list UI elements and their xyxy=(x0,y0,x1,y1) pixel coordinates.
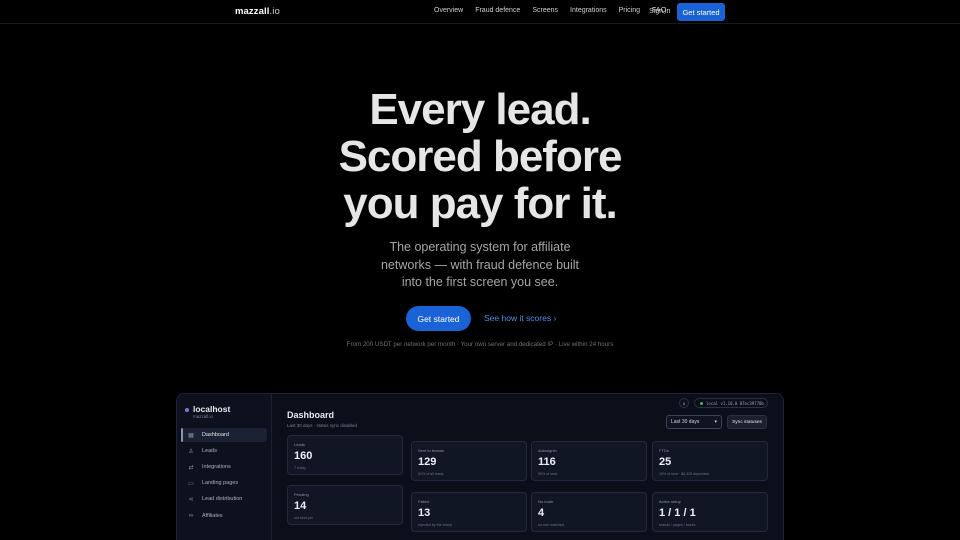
stat-card-no-route[interactable]: No route 4 no rule matched xyxy=(531,492,647,532)
hero-subtitle: The operating system for affiliate netwo… xyxy=(380,240,580,289)
grid-icon: ▦ xyxy=(188,432,194,439)
arrows-icon: ⇄ xyxy=(188,464,194,471)
sidebar-item-leads[interactable]: ♙ Leads xyxy=(181,444,267,458)
stat-card-active-setup[interactable]: Active setup 1 / 1 / 1 brands / pages / … xyxy=(652,492,768,532)
stat-label: FTDs xyxy=(659,448,669,453)
sidebar-item-label: Integrations xyxy=(202,464,231,470)
signin-link[interactable]: Sign in xyxy=(649,8,670,15)
avatar-icon[interactable]: a xyxy=(679,398,689,408)
page-subtitle: Last 30 days · status sync disabled xyxy=(287,423,358,428)
see-how-it-scores-link[interactable]: See how it scores › xyxy=(484,313,556,323)
dashboard-sidebar: localhost mazzall.io ▦ Dashboard ♙ Leads… xyxy=(177,394,272,540)
nav-link-fraud-defence[interactable]: Fraud defence xyxy=(475,7,520,14)
sidebar-item-label: Landing pages xyxy=(202,480,239,486)
active-indicator xyxy=(181,428,183,442)
hero-fineprint: From 200 USDT per network per month · Yo… xyxy=(346,341,614,348)
hero-get-started-button[interactable]: Get started xyxy=(406,306,471,331)
sidebar-item-dashboard[interactable]: ▦ Dashboard xyxy=(181,428,267,442)
chevron-down-icon: ▾ xyxy=(714,419,717,425)
top-nav: mazzall.io Overview Fraud defence Screen… xyxy=(0,0,960,24)
date-range-select[interactable]: Last 30 days ▾ xyxy=(666,415,722,429)
version-text: local v1.10.0 07ec39770b xyxy=(706,400,764,406)
hero-title: Every lead. Scored before you pay for it… xyxy=(0,86,960,227)
brand-host: mazzall.io xyxy=(193,414,214,419)
status-dot-icon xyxy=(700,401,703,405)
hero-title-line-1: Every lead. xyxy=(369,85,591,134)
stat-value: 14 xyxy=(294,500,307,512)
hero-title-line-3: you pay for it. xyxy=(343,179,617,228)
stat-value: 25 xyxy=(659,456,672,468)
sidebar-item-affiliates[interactable]: ∞ Affiliates xyxy=(181,509,267,523)
stat-sub: not sent yet xyxy=(294,516,313,520)
date-range-value: Last 30 days xyxy=(671,419,700,425)
stat-label: Active setup xyxy=(659,499,681,504)
stat-sub: 7 today xyxy=(294,466,306,470)
stat-label: Sent to brands xyxy=(418,448,445,453)
stat-label: Leads xyxy=(294,442,305,447)
nav-link-integrations[interactable]: Integrations xyxy=(570,7,607,14)
stat-label: Failed xyxy=(418,499,429,504)
page-title: Dashboard xyxy=(287,410,335,420)
stat-sub: 19% of sent · $5,325 deposited xyxy=(659,472,709,476)
brand-dot-icon xyxy=(185,408,189,412)
sync-statuses-button[interactable]: Sync statuses xyxy=(727,415,767,429)
page-icon: ▭ xyxy=(188,480,194,487)
sidebar-item-label: Lead distribution xyxy=(202,496,243,502)
sidebar-item-integrations[interactable]: ⇄ Integrations xyxy=(181,460,267,474)
nav-link-overview[interactable]: Overview xyxy=(434,7,463,14)
stat-label: Autosignin xyxy=(538,448,557,453)
stat-card-ftds[interactable]: FTDs 25 19% of sent · $5,325 deposited xyxy=(652,441,768,481)
stat-sub: 90% of sent xyxy=(538,472,557,476)
stat-sub: no rule matched xyxy=(538,523,564,527)
link-icon: ∞ xyxy=(188,513,194,519)
stat-sub: 81% of all leads xyxy=(418,472,444,476)
stat-value: 1 / 1 / 1 xyxy=(659,507,696,519)
stat-card-failed[interactable]: Failed 13 rejected by the brand xyxy=(411,492,527,532)
nav-get-started-button[interactable]: Get started xyxy=(677,3,725,21)
stat-label: No route xyxy=(538,499,554,504)
sidebar-item-label: Leads xyxy=(202,448,217,454)
user-icon: ♙ xyxy=(188,448,194,455)
share-icon: ⋖ xyxy=(188,496,194,503)
stat-label: Pending xyxy=(294,492,309,497)
stat-value: 129 xyxy=(418,456,437,468)
stat-value: 13 xyxy=(418,507,431,519)
stat-card-autosignin[interactable]: Autosignin 116 90% of sent xyxy=(531,441,647,481)
stat-value: 4 xyxy=(538,507,545,519)
stat-sub: rejected by the brand xyxy=(418,523,452,527)
logo-tld: .io xyxy=(269,6,280,17)
hero-title-line-2: Scored before xyxy=(338,132,623,181)
sidebar-item-label: Dashboard xyxy=(202,432,229,438)
stat-card-leads[interactable]: Leads 160 7 today xyxy=(287,435,403,475)
logo[interactable]: mazzall.io xyxy=(235,6,280,17)
logo-name: mazzall xyxy=(235,6,270,17)
sidebar-item-lead-distribution[interactable]: ⋖ Lead distribution xyxy=(181,492,267,506)
stat-card-pending[interactable]: Pending 14 not sent yet xyxy=(287,485,403,525)
stat-card-sent-to-brands[interactable]: Sent to brands 129 81% of all leads xyxy=(411,441,527,481)
nav-links: Overview Fraud defence Screens Integrati… xyxy=(434,7,678,14)
sidebar-item-landing-pages[interactable]: ▭ Landing pages xyxy=(181,476,267,490)
brand-name: localhost xyxy=(193,404,231,414)
dashboard-preview: localhost mazzall.io ▦ Dashboard ♙ Leads… xyxy=(176,393,784,540)
stat-sub: brands / pages / boxes xyxy=(659,523,696,527)
stat-value: 160 xyxy=(294,450,313,462)
sidebar-item-label: Affiliates xyxy=(202,513,223,519)
version-badge: local v1.10.0 07ec39770b xyxy=(694,398,768,408)
nav-link-pricing[interactable]: Pricing xyxy=(619,7,640,14)
nav-link-screens[interactable]: Screens xyxy=(532,7,558,14)
stat-value: 116 xyxy=(538,456,556,468)
